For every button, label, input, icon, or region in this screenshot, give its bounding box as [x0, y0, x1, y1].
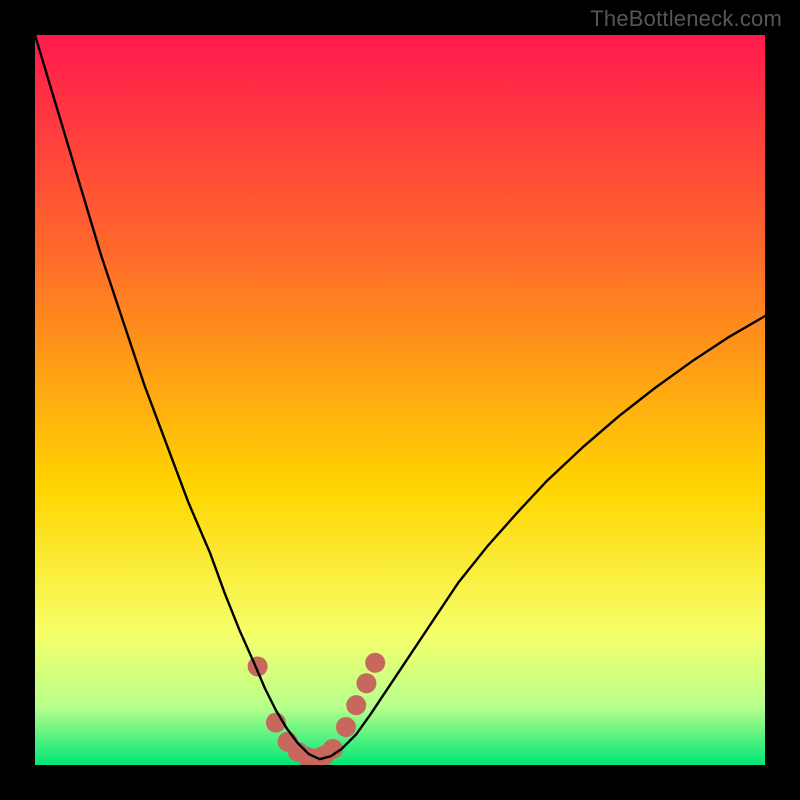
- chart-svg: [35, 35, 765, 765]
- marker-dot: [336, 717, 356, 737]
- watermark-text: TheBottleneck.com: [590, 6, 782, 32]
- plot-area: [35, 35, 765, 765]
- marker-dot: [356, 673, 376, 693]
- gradient-background: [35, 35, 765, 765]
- marker-dot: [365, 653, 385, 673]
- marker-dot: [346, 695, 366, 715]
- chart-frame: TheBottleneck.com: [0, 0, 800, 800]
